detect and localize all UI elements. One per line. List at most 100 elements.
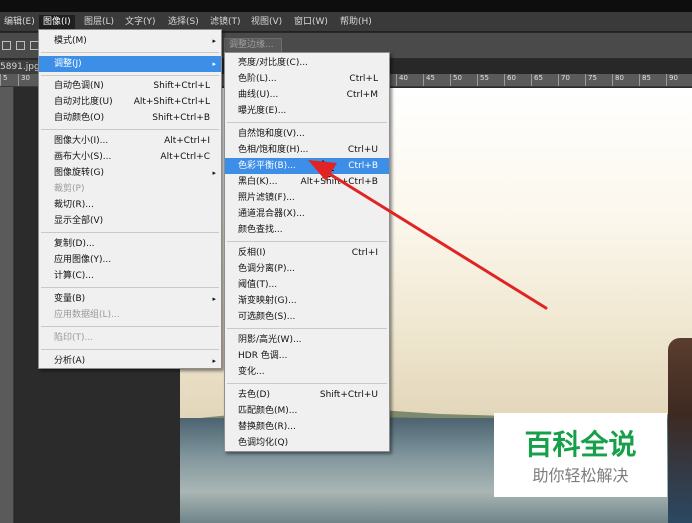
menu-item-variations[interactable]: 变化... xyxy=(225,364,389,380)
watermark-badge: 百科全说 助你轻松解决 xyxy=(494,413,667,497)
menu-separator xyxy=(227,122,387,123)
ruler-tick: 60 xyxy=(504,74,516,86)
menu-edit[interactable]: 编辑(E) xyxy=(0,15,39,30)
ruler-tick: 55 xyxy=(477,74,489,86)
menu-item-replace-color[interactable]: 替换颜色(R)... xyxy=(225,419,389,435)
menu-item-apply-data-set[interactable]: 应用数据组(L)... xyxy=(39,307,221,323)
menu-item-color-lookup[interactable]: 颜色查找... xyxy=(225,222,389,238)
selection-add-icon[interactable] xyxy=(16,41,25,50)
menu-item-label: 裁切(R)... xyxy=(54,200,94,210)
ruler-tick: 75 xyxy=(585,74,597,86)
watermark-title: 百科全说 xyxy=(524,428,637,461)
menu-item-crop[interactable]: 裁剪(P) xyxy=(39,181,221,197)
menu-item-label: 色相/饱和度(H)... xyxy=(238,145,309,155)
submenu-arrow-icon: ▸ xyxy=(212,169,216,177)
menu-item-analysis[interactable]: 分析(A) ▸ xyxy=(39,353,221,369)
menu-item-auto-tone[interactable]: 自动色调(N) Shift+Ctrl+L xyxy=(39,78,221,94)
mouse-cursor-icon xyxy=(322,160,334,178)
menu-item-label: 反相(I) xyxy=(238,248,266,258)
menu-type[interactable]: 文字(Y) xyxy=(121,15,160,30)
menu-item-shortcut: Ctrl+U xyxy=(347,145,378,155)
menu-item-trim[interactable]: 裁切(R)... xyxy=(39,197,221,213)
menu-item-exposure[interactable]: 曝光度(E)... xyxy=(225,103,389,119)
menu-separator xyxy=(41,349,219,350)
selection-mode-icon[interactable] xyxy=(2,41,11,50)
submenu-arrow-icon: ▸ xyxy=(212,37,216,45)
menu-window[interactable]: 窗口(W) xyxy=(290,15,332,30)
menu-item-color-balance[interactable]: 色彩平衡(B)... Ctrl+B xyxy=(225,158,389,174)
menu-item-brightness-contrast[interactable]: 亮度/对比度(C)... xyxy=(225,55,389,71)
menu-item-threshold[interactable]: 阈值(T)... xyxy=(225,277,389,293)
menu-separator xyxy=(41,232,219,233)
submenu-arrow-icon: ▸ xyxy=(212,60,216,68)
menu-item-equalize[interactable]: 色调均化(Q) xyxy=(225,435,389,451)
menu-item-auto-color[interactable]: 自动颜色(O) Shift+Ctrl+B xyxy=(39,110,221,126)
document-tab[interactable]: 5891.jpg xyxy=(0,60,40,74)
menu-item-duplicate[interactable]: 复制(D)... xyxy=(39,236,221,252)
adjustments-submenu: 亮度/对比度(C)... 色阶(L)... Ctrl+L 曲线(U)... Ctrl… xyxy=(224,52,390,452)
menu-item-photo-filter[interactable]: 照片滤镜(F)... xyxy=(225,190,389,206)
ruler-tick: 90 xyxy=(666,74,678,86)
menu-item-apply-image[interactable]: 应用图像(Y)... xyxy=(39,252,221,268)
menu-item-match-color[interactable]: 匹配颜色(M)... xyxy=(225,403,389,419)
menu-item-label: 颜色查找... xyxy=(238,225,283,235)
menu-item-label: 色彩平衡(B)... xyxy=(238,161,296,171)
menu-item-selective-color[interactable]: 可选颜色(S)... xyxy=(225,309,389,325)
menu-item-label: 色调分离(P)... xyxy=(238,264,296,274)
menu-item-label: 显示全部(V) xyxy=(54,216,104,226)
menu-item-mode[interactable]: 模式(M) ▸ xyxy=(39,33,221,49)
menu-item-shortcut: Ctrl+B xyxy=(348,161,378,171)
menu-item-label: 应用数据组(L)... xyxy=(54,310,120,320)
menu-item-levels[interactable]: 色阶(L)... Ctrl+L xyxy=(225,71,389,87)
menu-item-image-size[interactable]: 图像大小(I)... Alt+Ctrl+I xyxy=(39,133,221,149)
menu-item-adjustments[interactable]: 调整(J) ▸ xyxy=(39,56,221,72)
menu-item-invert[interactable]: 反相(I) Ctrl+I xyxy=(225,245,389,261)
person-silhouette xyxy=(668,338,692,523)
menu-item-shortcut: Shift+Ctrl+B xyxy=(152,113,210,123)
refine-edge-button[interactable]: 调整边缘... xyxy=(224,38,282,53)
menu-item-canvas-size[interactable]: 画布大小(S)... Alt+Ctrl+C xyxy=(39,149,221,165)
menu-item-curves[interactable]: 曲线(U)... Ctrl+M xyxy=(225,87,389,103)
menu-item-shortcut: Ctrl+I xyxy=(351,248,378,258)
title-strip xyxy=(0,0,692,12)
menu-item-label: 替换颜色(R)... xyxy=(238,422,296,432)
menu-item-variables[interactable]: 变量(B) ▸ xyxy=(39,291,221,307)
menu-item-shadows-highlights[interactable]: 阴影/高光(W)... xyxy=(225,332,389,348)
menu-item-channel-mixer[interactable]: 通道混合器(X)... xyxy=(225,206,389,222)
menu-item-auto-contrast[interactable]: 自动对比度(U) Alt+Shift+Ctrl+L xyxy=(39,94,221,110)
menu-layer[interactable]: 图层(L) xyxy=(80,15,118,30)
menu-item-black-white[interactable]: 黑白(K)... Alt+Shift+Ctrl+B xyxy=(225,174,389,190)
menu-item-gradient-map[interactable]: 渐变映射(G)... xyxy=(225,293,389,309)
menu-separator xyxy=(41,52,219,53)
menu-item-label: 复制(D)... xyxy=(54,239,95,249)
menu-item-label: 分析(A) xyxy=(54,356,86,366)
image-menu: 模式(M) ▸ 调整(J) ▸ 自动色调(N) Shift+Ctrl+L 自动对比度(… xyxy=(38,29,222,369)
menu-item-label: 色调均化(Q) xyxy=(238,438,289,448)
menu-help[interactable]: 帮助(H) xyxy=(336,15,376,30)
menu-item-label: 计算(C)... xyxy=(54,271,94,281)
menu-select[interactable]: 选择(S) xyxy=(164,15,203,30)
menu-item-label: 曝光度(E)... xyxy=(238,106,287,116)
menu-item-desaturate[interactable]: 去色(D) Shift+Ctrl+U xyxy=(225,387,389,403)
menu-item-label: 照片滤镜(F)... xyxy=(238,193,295,203)
menu-view[interactable]: 视图(V) xyxy=(247,15,286,30)
menu-item-posterize[interactable]: 色调分离(P)... xyxy=(225,261,389,277)
menu-item-label: 变量(B) xyxy=(54,294,86,304)
ruler-tick: 40 xyxy=(396,74,408,86)
menu-item-shortcut: Shift+Ctrl+L xyxy=(153,81,210,91)
menu-item-shortcut: Shift+Ctrl+U xyxy=(319,390,378,400)
menu-item-label: 图像大小(I)... xyxy=(54,136,109,146)
menu-item-hdr-toning[interactable]: HDR 色调... xyxy=(225,348,389,364)
menu-item-trap[interactable]: 陷印(T)... xyxy=(39,330,221,346)
menu-image[interactable]: 图像(I) xyxy=(39,15,75,30)
menu-filter[interactable]: 滤镜(T) xyxy=(206,15,245,30)
menu-separator xyxy=(41,326,219,327)
menu-item-label: 色阶(L)... xyxy=(238,74,277,84)
menu-item-vibrance[interactable]: 自然饱和度(V)... xyxy=(225,126,389,142)
menu-item-calculations[interactable]: 计算(C)... xyxy=(39,268,221,284)
menu-item-label: 应用图像(Y)... xyxy=(54,255,112,265)
menu-item-label: 画布大小(S)... xyxy=(54,152,112,162)
menu-item-hue-saturation[interactable]: 色相/饱和度(H)... Ctrl+U xyxy=(225,142,389,158)
menu-item-image-rotation[interactable]: 图像旋转(G) ▸ xyxy=(39,165,221,181)
menu-item-reveal-all[interactable]: 显示全部(V) xyxy=(39,213,221,229)
